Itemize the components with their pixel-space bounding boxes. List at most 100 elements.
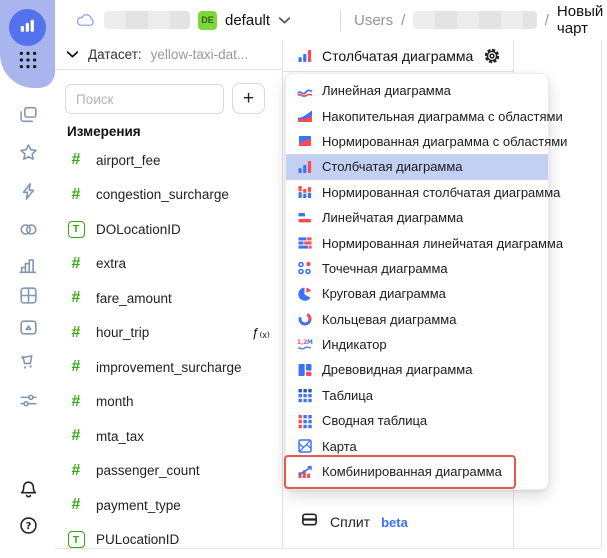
menu-item-donut-chart[interactable]: Кольцевая диаграмма [286,307,548,332]
app-window: ? DE default Users / / Новый чарт Датасе… [0,0,607,558]
menu-item-table[interactable]: Таблица [286,383,548,408]
menu-item-map[interactable]: Карта [286,433,548,458]
field-item-hour_trip[interactable]: # hour_trip ƒ₍ₓ₎ [55,316,282,351]
rail-item-venn[interactable] [16,220,40,244]
number-type-icon: # [72,256,81,272]
dataset-name[interactable]: yellow-taxi-dat... [151,47,249,62]
field-item-PULocationID[interactable]: T PULocationID [55,523,282,558]
menu-item-normalized-bar-chart-h[interactable]: Нормированная линейчатая диаграмма [286,230,548,255]
menu-item-indicator[interactable]: 1,2M Индикатор [286,332,548,357]
right-divider [601,40,602,548]
field-item-congestion_surcharge[interactable]: # congestion_surcharge [55,178,282,213]
menu-item-label: Комбинированная диаграмма [322,464,502,479]
rail-item-lightning[interactable] [16,182,40,206]
rail-item-help[interactable]: ? [16,516,40,540]
menu-item-label: Точечная диаграмма [322,261,448,276]
rail-item-cart[interactable] [16,353,40,377]
menu-item-normalized-column-chart[interactable]: Нормированная столбчатая диаграмма [286,180,548,205]
split-label: Сплит [330,514,370,530]
add-field-button[interactable]: + [232,83,265,114]
venn-icon [18,219,39,245]
formula-icon: ƒ₍ₓ₎ [252,325,270,341]
chevron-down-icon[interactable] [66,50,79,59]
scatter-chart-icon [296,260,313,276]
number-type-icon: # [72,394,81,410]
breadcrumb-separator: / [401,12,405,29]
menu-item-bar-chart-h[interactable]: Линейчатая диаграмма [286,205,548,230]
menu-item-pie-chart[interactable]: Круговая диаграмма [286,281,548,306]
field-name: extra [96,256,126,271]
rail-item-grid-window[interactable] [16,286,40,310]
pivot-table-icon [296,413,313,429]
bar-chart-icon [18,255,39,281]
env-name: default [225,12,270,29]
menu-item-stacked-area-chart[interactable]: Накопительная диаграмма с областями [286,103,548,128]
menu-item-treemap-chart[interactable]: Древовидная диаграмма [286,357,548,382]
rail-item-star[interactable] [16,143,40,167]
number-type-icon: # [72,359,81,375]
menu-item-label: Линейная диаграмма [322,83,451,98]
redacted-org-name [104,11,190,29]
field-item-airport_fee[interactable]: # airport_fee [55,143,282,178]
field-name: DOLocationID [96,222,181,237]
menu-item-normalized-area-chart[interactable]: Нормированная диаграмма с областями [286,129,548,154]
rail-item-gallery-folder[interactable] [16,318,40,342]
svg-text:M: M [306,340,312,346]
field-name: hour_trip [96,325,149,340]
field-name: congestion_surcharge [96,187,229,202]
menu-item-line-chart[interactable]: Линейная диаграмма [286,78,548,103]
field-item-improvement_surcharge[interactable]: # improvement_surcharge [55,350,282,385]
cart-icon [18,352,39,378]
cloud-icon [75,12,96,28]
number-type-icon: # [72,463,81,479]
search-input[interactable] [65,84,224,114]
star-icon [18,142,39,168]
menu-item-label: Кольцевая диаграмма [322,312,456,327]
field-name: mta_tax [96,429,144,444]
string-type-icon: T [68,221,85,238]
indicator-icon: 1,2M [296,337,313,353]
bar-chart-h-icon [296,210,313,226]
menu-item-label: Столбчатая диаграмма [322,159,463,174]
normalized-area-chart-icon [296,133,313,149]
field-name: passenger_count [96,463,200,478]
menu-item-label: Нормированная диаграмма с областями [322,134,567,149]
environment-switcher[interactable]: DE default [75,0,291,40]
number-type-icon: # [72,187,81,203]
menu-item-label: Накопительная диаграмма с областями [322,109,563,124]
apps-grid-button[interactable] [16,51,39,74]
rail-item-sliders[interactable] [16,391,40,415]
rail-item-bell[interactable] [16,480,40,504]
field-item-fare_amount[interactable]: # fare_amount [55,281,282,316]
field-item-month[interactable]: # month [55,385,282,420]
field-item-DOLocationID[interactable]: T DOLocationID [55,212,282,247]
apps-grid-icon [17,49,39,76]
menu-item-column-chart[interactable]: Столбчатая диаграмма [286,154,548,179]
sliders-icon [18,390,39,416]
number-type-icon: # [72,428,81,444]
gear-icon[interactable] [482,46,502,66]
breadcrumb-current: Новый чарт [557,3,607,37]
table-icon [296,387,313,403]
rail-item-folders[interactable] [16,105,40,129]
split-section[interactable]: Сплит beta [300,510,408,534]
chart-type-title[interactable]: Столбчатая диаграмма [322,48,473,64]
field-item-extra[interactable]: # extra [55,247,282,282]
split-beta-badge: beta [381,515,408,530]
field-item-payment_type[interactable]: # payment_type [55,488,282,523]
menu-item-combined-chart[interactable]: Комбинированная диаграмма [286,459,548,484]
datalens-logo[interactable] [9,9,46,46]
menu-item-pivot-table[interactable]: Сводная таблица [286,408,548,433]
field-item-mta_tax[interactable]: # mta_tax [55,419,282,454]
breadcrumb-users[interactable]: Users [354,12,393,29]
top-bar: DE default Users / / Новый чарт [55,0,607,40]
menu-item-label: Сводная таблица [322,413,427,428]
folders-icon [18,104,39,130]
menu-item-label: Карта [322,439,357,454]
menu-item-scatter-chart[interactable]: Точечная диаграмма [286,256,548,281]
field-name: improvement_surcharge [96,360,242,375]
string-type-icon: T [68,531,85,548]
field-item-passenger_count[interactable]: # passenger_count [55,454,282,489]
rail-item-bar-chart[interactable] [16,256,40,280]
normalized-bar-chart-h-icon [296,235,313,251]
